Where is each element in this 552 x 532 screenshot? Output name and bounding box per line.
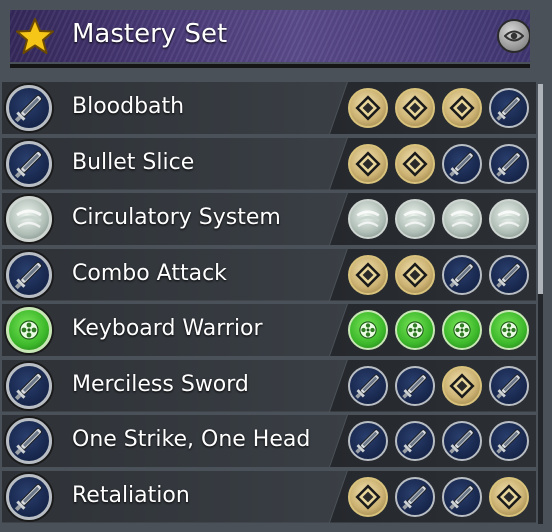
star-icon (16, 18, 54, 54)
blade-slot-icon[interactable] (442, 143, 482, 184)
blade-slot-icon[interactable] (442, 421, 482, 461)
row-label: Keyboard Warrior (72, 316, 263, 341)
row-label: Bullet Slice (72, 149, 195, 175)
silver-slot-icon[interactable] (489, 199, 529, 239)
silver-slot-icon[interactable] (395, 199, 435, 239)
blade-slot-icon[interactable] (489, 143, 529, 184)
gold-slot-icon[interactable] (348, 476, 388, 517)
blade-slot-icon[interactable] (489, 254, 529, 295)
row-label: Retaliation (72, 482, 190, 508)
green-slot-icon[interactable] (489, 310, 529, 350)
gold-slot-icon[interactable] (348, 88, 388, 128)
blade-slot-icon[interactable] (395, 421, 435, 461)
gold-slot-icon[interactable] (442, 88, 482, 128)
mastery-row[interactable]: Combo Attack (2, 248, 536, 301)
blade-slot-icon[interactable] (489, 421, 529, 461)
scrollbar-thumb[interactable] (538, 84, 543, 294)
gold-slot-icon[interactable] (395, 88, 435, 128)
blade-slot-icon[interactable] (442, 254, 482, 295)
page-title: Mastery Set (72, 19, 228, 49)
gold-slot-icon[interactable] (348, 143, 388, 184)
header-divider (10, 64, 530, 68)
blade-skill-icon (6, 362, 52, 409)
blade-slot-icon[interactable] (395, 365, 435, 406)
gold-slot-icon[interactable] (442, 365, 482, 406)
visibility-toggle-button[interactable] (497, 19, 530, 53)
mastery-row[interactable]: One Strike, One Head (2, 415, 536, 467)
blade-slot-icon[interactable] (395, 476, 435, 517)
silver-skill-icon (6, 196, 52, 242)
mastery-row[interactable]: Keyboard Warrior (2, 304, 536, 356)
eye-icon (504, 30, 524, 42)
mastery-row[interactable]: Merciless Sword (2, 359, 536, 412)
mastery-row[interactable]: Bullet Slice (2, 137, 536, 190)
blade-skill-icon (6, 418, 52, 464)
silver-slot-icon[interactable] (442, 199, 482, 239)
row-label: Combo Attack (72, 260, 227, 286)
blade-slot-icon[interactable] (489, 88, 529, 128)
row-label: Merciless Sword (72, 371, 249, 397)
row-label: Circulatory System (72, 205, 281, 230)
blade-slot-icon[interactable] (489, 365, 529, 406)
blade-skill-icon (6, 140, 52, 187)
blade-slot-icon[interactable] (442, 476, 482, 517)
green-skill-icon (6, 307, 52, 353)
mastery-row[interactable]: Bloodbath (2, 82, 536, 134)
green-slot-icon[interactable] (395, 310, 435, 350)
mastery-row[interactable]: Retaliation (2, 470, 536, 523)
mastery-row[interactable]: Circulatory System (2, 193, 536, 245)
gold-slot-icon[interactable] (348, 254, 388, 295)
blade-skill-icon (6, 251, 52, 298)
green-slot-icon[interactable] (348, 310, 388, 350)
mastery-set-header: Mastery Set (10, 10, 530, 62)
blade-skill-icon (6, 85, 52, 131)
blade-slot-icon[interactable] (348, 421, 388, 461)
gold-slot-icon[interactable] (489, 476, 529, 517)
row-label: One Strike, One Head (72, 427, 311, 452)
blade-slot-icon[interactable] (348, 365, 388, 406)
gold-slot-icon[interactable] (395, 143, 435, 184)
silver-slot-icon[interactable] (348, 199, 388, 239)
row-label: Bloodbath (72, 94, 185, 119)
blade-skill-icon (6, 473, 52, 520)
gold-slot-icon[interactable] (395, 254, 435, 295)
green-slot-icon[interactable] (442, 310, 482, 350)
